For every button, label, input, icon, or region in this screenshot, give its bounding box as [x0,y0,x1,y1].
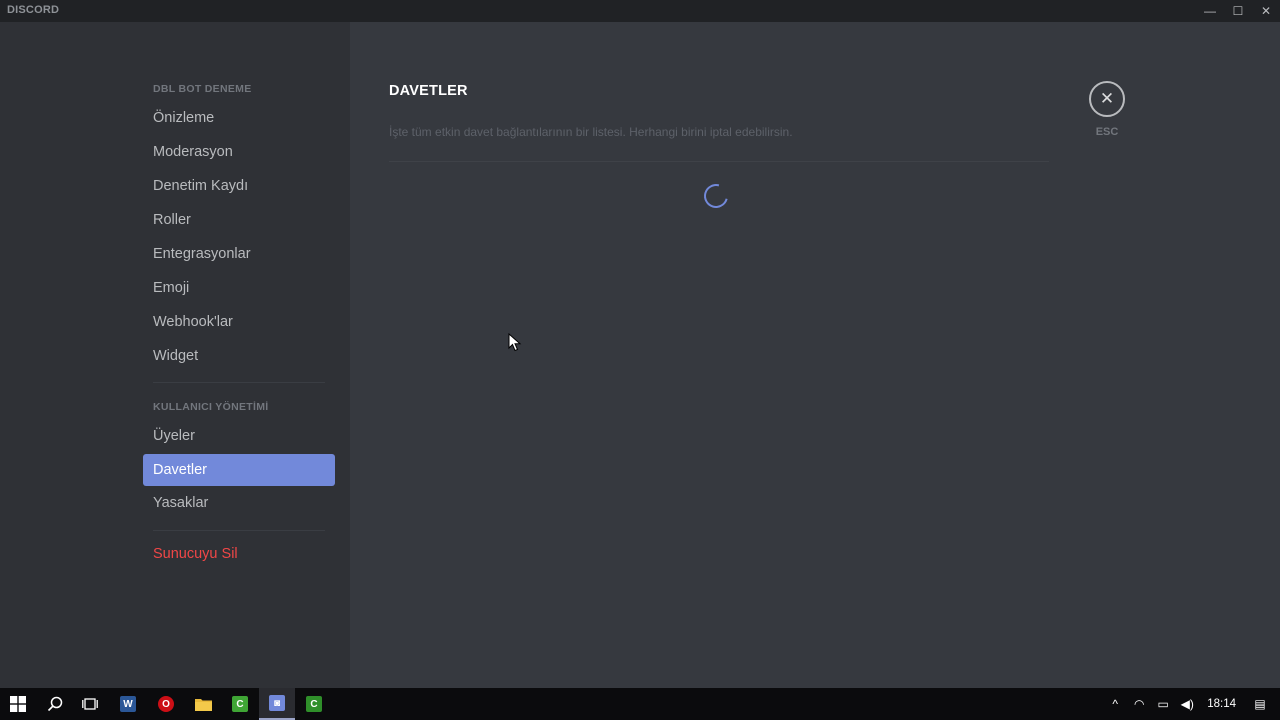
sidebar-item-widget[interactable]: Widget [143,340,335,372]
sidebar-item-members[interactable]: Üyeler [143,420,335,452]
windows-taskbar: W O C ◙ C ^ ◠ ▭ ◀) 18:14 ▤ [0,688,1280,720]
taskbar-app-word[interactable]: W [110,688,146,720]
sidebar-divider [153,382,325,383]
windows-logo-icon [10,696,26,712]
search-icon [47,696,63,712]
title-bar: DISCORD — ☐ ✕ [0,0,1280,22]
sidebar-item-moderation[interactable]: Moderasyon [143,136,335,168]
delete-server-button[interactable]: Sunucuyu Sil [143,538,335,570]
taskbar-search-button[interactable] [37,688,73,720]
sidebar-item-emoji[interactable]: Emoji [143,272,335,304]
camtasia-recorder-icon: C [306,696,322,712]
close-icon[interactable]: ✕ [1089,81,1125,117]
loading-spinner-icon [699,179,733,213]
sidebar-divider [153,530,325,531]
sidebar-item-webhooks[interactable]: Webhook'lar [143,306,335,338]
folder-icon [194,699,212,711]
sidebar-item-overview[interactable]: Önizleme [143,102,335,134]
taskbar-clock[interactable]: 18:14 [1207,698,1236,710]
close-settings[interactable]: ✕ ESC [1089,81,1125,138]
sidebar-item-audit-log[interactable]: Denetim Kaydı [143,170,335,202]
sidebar-item-bans[interactable]: Yasaklar [143,487,335,519]
page-title: DAVETLER [389,83,468,99]
page-description: İşte tüm etkin davet bağlantılarının bir… [389,125,793,139]
taskbar-app-discord[interactable]: ◙ [259,688,295,720]
settings-content: DAVETLER İşte tüm etkin davet bağlantıla… [350,22,1280,688]
opera-icon: O [158,696,174,712]
network-icon[interactable]: ◠ [1127,688,1151,720]
word-icon: W [120,696,136,712]
discord-icon: ◙ [269,695,285,711]
sidebar-item-integrations[interactable]: Entegrasyonlar [143,238,335,270]
mouse-cursor-icon [508,333,522,352]
window-controls: — ☐ ✕ [1196,0,1280,22]
taskbar-app-file-explorer[interactable] [185,688,221,720]
task-view-icon [82,698,98,710]
volume-icon[interactable]: ◀) [1175,688,1199,720]
sidebar-item-roles[interactable]: Roller [143,204,335,236]
sidebar-item-invites[interactable]: Davetler [143,454,335,486]
show-hidden-icons-chevron-icon[interactable]: ^ [1103,688,1127,720]
task-view-button[interactable] [72,688,108,720]
close-window-button[interactable]: ✕ [1252,0,1280,22]
minimize-button[interactable]: — [1196,0,1224,22]
server-section-header: DBL BOT DENEME [153,83,252,95]
esc-label: ESC [1095,126,1119,138]
start-button[interactable] [0,688,36,720]
taskbar-app-camtasia-recorder[interactable]: C [296,688,332,720]
maximize-button[interactable]: ☐ [1224,0,1252,22]
taskbar-app-camtasia[interactable]: C [222,688,258,720]
taskbar-app-opera[interactable]: O [148,688,184,720]
system-tray: ^ ◠ ▭ ◀) 18:14 ▤ [1103,688,1280,720]
user-management-header: KULLANICI YÖNETİMİ [153,401,269,413]
app-logo: DISCORD [7,4,60,16]
camtasia-icon: C [232,696,248,712]
settings-sidebar: DBL BOT DENEME Önizleme Moderasyon Denet… [0,22,350,688]
battery-icon[interactable]: ▭ [1151,688,1175,720]
content-divider [389,161,1049,162]
action-center-icon[interactable]: ▤ [1248,688,1272,720]
